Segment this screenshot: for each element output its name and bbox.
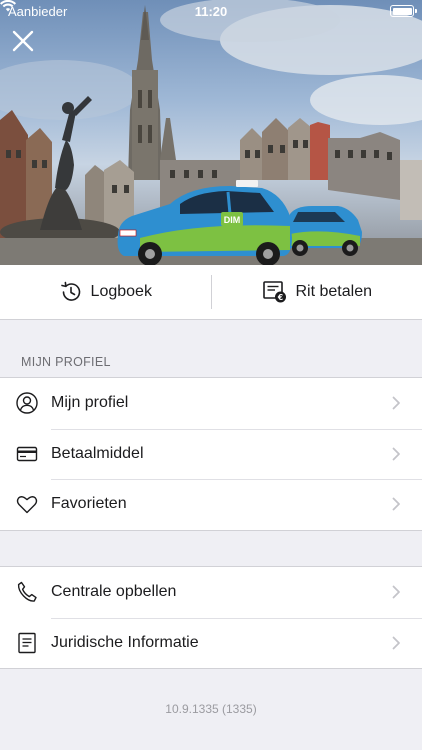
- chevron-right-icon: [392, 396, 400, 410]
- payment-method-label: Betaalmiddel: [51, 444, 144, 462]
- receipt-euro-icon: €: [262, 281, 286, 303]
- legal-info-label: Juridische Informatie: [51, 633, 199, 651]
- chevron-right-icon: [392, 447, 400, 461]
- list-item-my-profile[interactable]: Mijn profiel: [0, 378, 422, 429]
- carrier-label: Aanbieder: [8, 3, 68, 19]
- logbook-button[interactable]: Logboek: [0, 265, 211, 319]
- chevron-right-icon: [392, 497, 400, 511]
- chevron-right-icon: [392, 585, 400, 599]
- list-item-call-central[interactable]: Centrale opbellen: [0, 567, 422, 618]
- support-list: Centrale opbellen Juridische Informatie: [0, 566, 422, 669]
- hero-photo-taxis-antwerp: DIM: [0, 0, 422, 265]
- my-profile-label: Mijn profiel: [51, 394, 129, 412]
- favorites-label: Favorieten: [51, 495, 127, 513]
- list-item-legal-info[interactable]: Juridische Informatie: [0, 617, 422, 669]
- chevron-right-icon: [392, 636, 400, 650]
- document-icon: [17, 632, 36, 653]
- logbook-label: Logboek: [90, 283, 152, 300]
- taxi-logo: DIM: [224, 215, 241, 225]
- list-item-payment-method[interactable]: Betaalmiddel: [0, 428, 422, 480]
- heart-icon: [16, 496, 37, 514]
- close-button[interactable]: [12, 30, 40, 58]
- action-bar: Logboek € Rit betalen: [0, 265, 422, 320]
- phone-icon: [17, 582, 37, 603]
- section-header-profile: MIJN PROFIEL: [21, 355, 111, 369]
- status-bar: Aanbieder 11:20: [0, 0, 422, 22]
- version-label: 10.9.1335 (1335): [165, 702, 257, 716]
- profile-list: Mijn profiel Betaalmiddel Favorieten: [0, 377, 422, 531]
- pay-ride-button[interactable]: € Rit betalen: [212, 265, 422, 319]
- pay-ride-label: Rit betalen: [295, 283, 373, 300]
- close-icon: [12, 30, 34, 52]
- list-item-favorites[interactable]: Favorieten: [0, 479, 422, 530]
- battery-icon: [390, 5, 417, 17]
- credit-card-icon: [16, 446, 37, 461]
- svg-text:€: €: [276, 293, 282, 302]
- history-icon: [60, 281, 80, 301]
- user-icon: [15, 392, 38, 414]
- hero-image: DIM Aanbieder 11:20: [0, 0, 422, 265]
- call-central-label: Centrale opbellen: [51, 583, 177, 601]
